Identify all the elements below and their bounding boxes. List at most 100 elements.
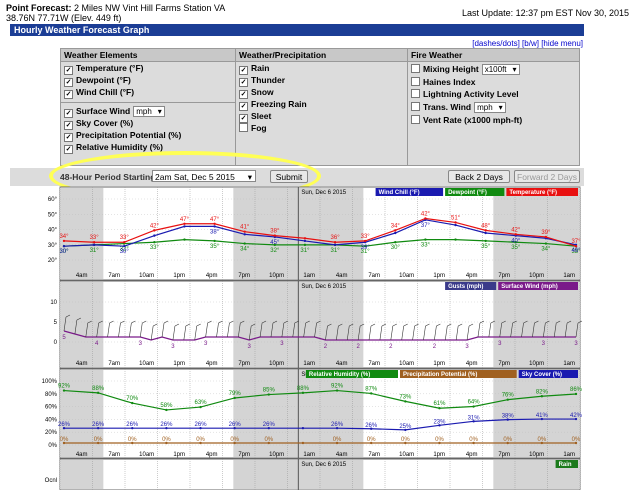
rh-point xyxy=(370,392,373,395)
rh-label: 92% xyxy=(58,384,71,390)
dewpoint-label: 31° xyxy=(300,248,310,254)
rh-point xyxy=(472,405,475,408)
hide-menu-link[interactable]: [hide menu] xyxy=(541,39,583,48)
wind-label: 3 xyxy=(465,344,469,350)
wind-barb-flag xyxy=(305,320,310,324)
last-update: Last Update: 12:37 pm EST Nov 30, 2015 xyxy=(462,8,629,18)
pop-label: 0% xyxy=(264,437,273,443)
rh-label: 92% xyxy=(331,384,344,390)
dewpoint-label: 34° xyxy=(240,247,250,253)
bw-link[interactable]: [b/w] xyxy=(522,39,539,48)
option-thunder[interactable]: Thunder xyxy=(236,74,407,87)
pop-label: 0% xyxy=(572,437,581,443)
time-label: 7pm xyxy=(498,452,510,458)
dashes-dots-link[interactable]: [dashes/dots] xyxy=(472,39,520,48)
time-label: 1am xyxy=(303,273,315,279)
wind-barb-flag xyxy=(523,320,528,324)
checkbox[interactable] xyxy=(411,64,420,73)
legend-box xyxy=(305,370,398,378)
option-snow[interactable]: Snow xyxy=(236,86,407,99)
time-label: 7pm xyxy=(238,273,250,279)
legend-box xyxy=(498,282,578,290)
option-surface-wind[interactable]: Surface Windmph xyxy=(61,105,235,118)
option-rain[interactable]: Rain xyxy=(236,62,407,75)
option-haines-index[interactable]: Haines Index xyxy=(408,76,579,88)
mixing-unit-select[interactable]: x100ft xyxy=(481,64,520,75)
checkbox[interactable] xyxy=(411,89,420,98)
wind-barb-flag xyxy=(261,320,267,324)
sky-label: 41% xyxy=(536,413,549,419)
trans-unit-select[interactable]: mph xyxy=(474,102,506,113)
sky-label: 26% xyxy=(126,422,139,428)
wind-barb xyxy=(194,325,198,341)
option-dewpoint[interactable]: Dewpoint (°F) xyxy=(61,74,235,87)
option-freezing-rain[interactable]: Freezing Rain xyxy=(236,98,407,111)
back-2-days-button[interactable]: Back 2 Days xyxy=(448,170,510,183)
sky-point xyxy=(438,424,441,427)
option-vent-rate[interactable]: Vent Rate (x1000 mph-ft) xyxy=(408,114,579,126)
wind-barb xyxy=(172,325,176,341)
option-sky-cover[interactable]: Sky Cover (%) xyxy=(61,117,235,130)
sky-point xyxy=(370,427,373,430)
option-lightning[interactable]: Lightning Activity Level xyxy=(408,88,579,100)
wind-barb xyxy=(129,322,132,338)
option-sleet[interactable]: Sleet xyxy=(236,110,407,123)
wind-barb xyxy=(107,322,110,338)
checkbox[interactable] xyxy=(411,115,420,124)
day-label: Sun, Dec 6 2015 xyxy=(301,190,346,196)
wind-barb xyxy=(564,322,568,338)
legend-box xyxy=(445,188,505,196)
checkbox[interactable] xyxy=(411,102,420,111)
dewpoint-point xyxy=(544,242,548,245)
temperature-label: 38° xyxy=(270,229,280,235)
checkbox[interactable] xyxy=(64,90,73,99)
windchill-point xyxy=(273,235,277,239)
temperature-point xyxy=(273,234,277,237)
page-title: Hourly Weather Forecast Graph xyxy=(10,24,584,36)
forward-2-days-button[interactable]: Forward 2 Days xyxy=(514,170,580,183)
wind-unit-select[interactable]: mph xyxy=(133,106,165,117)
wind-barb-flag xyxy=(240,320,245,324)
time-label: 4pm xyxy=(466,361,478,367)
time-label: 1pm xyxy=(433,361,445,367)
windchill-line xyxy=(63,219,577,247)
wind-barb xyxy=(368,325,372,341)
y-tick-label: 0 xyxy=(54,340,58,346)
checkbox[interactable] xyxy=(239,123,248,132)
dewpoint-point xyxy=(303,243,307,247)
legend-label: Relative Humidity (%) xyxy=(309,372,370,378)
pop-point xyxy=(370,441,373,445)
option-precip-potential[interactable]: Precipitation Potential (%) xyxy=(61,129,235,142)
pop-point xyxy=(165,441,168,445)
option-label: Precipitation Potential (%) xyxy=(76,130,182,140)
legend-label: Gusts (mph) xyxy=(448,284,483,290)
temperature-point xyxy=(123,241,126,244)
wind-barb-flag xyxy=(370,323,376,327)
wind-barb-flag xyxy=(414,323,419,327)
option-wind-chill[interactable]: Wind Chill (°F) xyxy=(61,86,235,99)
temperature-point xyxy=(153,229,156,232)
checkbox[interactable] xyxy=(64,145,73,154)
sky-label: 23% xyxy=(433,419,446,425)
option-label: Lightning Activity Level xyxy=(423,89,519,99)
option-temperature[interactable]: Temperature (°F) xyxy=(61,62,235,75)
checkbox[interactable] xyxy=(411,77,420,86)
sky-label: 26% xyxy=(58,422,71,428)
temperature-line xyxy=(63,217,577,247)
pop-point xyxy=(472,441,475,445)
wind-barb-flag xyxy=(338,323,343,327)
pop-point xyxy=(301,441,305,445)
weather-elements-heading: Weather Elements xyxy=(61,49,235,62)
wind-barb-flag xyxy=(316,320,321,324)
wind-barb-flag xyxy=(196,323,201,327)
day-label: Sun, Dec 6 2015 xyxy=(301,284,346,290)
option-trans-wind[interactable]: Trans. Wind mph xyxy=(408,100,579,114)
rh-label: 87% xyxy=(365,386,378,392)
option-mixing-height[interactable]: Mixing Height x100ft xyxy=(408,62,579,76)
option-fog[interactable]: Fog xyxy=(236,122,407,134)
wind-label: 2 xyxy=(356,344,360,350)
rh-point xyxy=(199,405,202,409)
night-shade xyxy=(60,282,104,367)
sky-point xyxy=(404,428,407,432)
sky-point xyxy=(301,426,305,430)
